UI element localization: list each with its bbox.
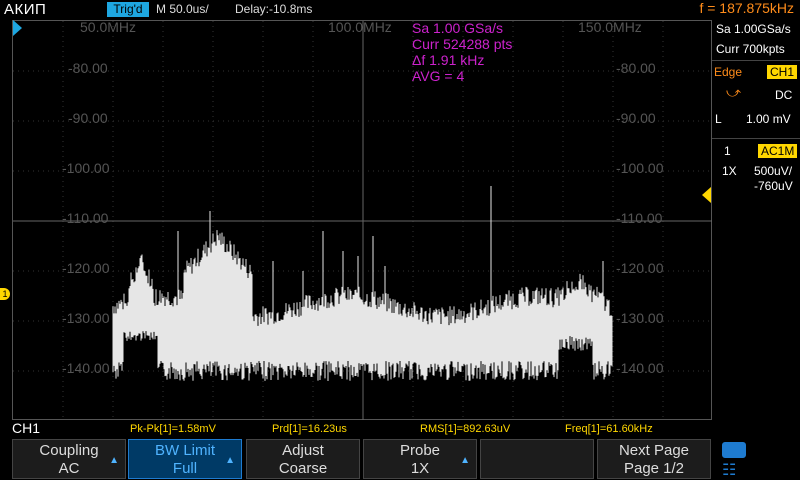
arrow-up-icon: ▲ <box>109 455 119 466</box>
channel-coupling-badge[interactable]: AC1M <box>758 144 798 158</box>
channel-label: CH1 <box>12 420 41 436</box>
y-label-left-120: -120.00 <box>62 260 110 276</box>
channel-offset[interactable]: -760uV <box>754 179 793 193</box>
y-label-right-80: -80.00 <box>616 60 656 76</box>
delay-readout[interactable]: Delay:-10.8ms <box>235 2 312 16</box>
softkey-adjust[interactable]: Adjust Coarse <box>246 439 360 479</box>
softkey-adjust-title: Adjust <box>282 442 324 459</box>
trigger-level-value[interactable]: 1.00 mV <box>746 112 791 126</box>
x-label-100mhz: 100.0MHz <box>328 19 392 35</box>
trigger-position-marker[interactable] <box>13 20 22 36</box>
fft-sample-rate: Sa 1.00 GSa/s <box>412 20 504 36</box>
timebase-readout[interactable]: M 50.0us/ <box>156 2 209 16</box>
waveform-display[interactable] <box>12 20 713 421</box>
softkey-empty[interactable] <box>480 439 594 479</box>
grid-svg <box>13 21 713 421</box>
x-label-50mhz: 50.0MHz <box>80 19 137 35</box>
rp-sample-rate: Sa 1.00GSa/s <box>716 22 791 36</box>
arrow-up-icon: ▲ <box>460 455 470 466</box>
y-label-right-140: -140.00 <box>616 360 664 376</box>
rising-edge-icon: ⤻ <box>726 84 741 100</box>
rp-curr-points: Curr 700kpts <box>716 42 785 56</box>
trigger-level-label: L <box>715 112 722 126</box>
probe-ratio: 1X <box>722 164 737 178</box>
x-label-150mhz: 150.0MHz <box>578 19 642 35</box>
y-label-right-100: -100.00 <box>616 160 664 176</box>
y-label-left-130: -130.00 <box>62 310 110 326</box>
y-label-right-120: -120.00 <box>616 260 664 276</box>
fft-avg: AVG = 4 <box>412 68 465 84</box>
softkey-adjust-value: Coarse <box>278 460 328 477</box>
softkey-next-value: Page 1/2 <box>623 460 685 477</box>
fft-delta-f: Δf 1.91 kHz <box>412 52 485 68</box>
measure-rms: RMS[1]=892.63uV <box>420 423 511 435</box>
softkey-next-title: Next Page <box>618 442 690 459</box>
brand-logo: АКИП <box>4 1 47 18</box>
y-label-left-90: -90.00 <box>68 110 108 126</box>
ch1-offset-marker[interactable]: 1 <box>0 288 10 300</box>
channel-number[interactable]: 1 <box>724 144 731 158</box>
fft-info-block: Sa 1.00 GSa/s Curr 524288 pts Δf 1.91 kH… <box>412 20 512 84</box>
volts-per-div[interactable]: 500uV/ <box>754 164 792 178</box>
softkey-probe[interactable]: Probe 1X ▲ <box>363 439 477 479</box>
y-label-right-90: -90.00 <box>616 110 656 126</box>
network-icon: ☷ <box>722 462 737 479</box>
arrow-up-icon: ▲ <box>225 455 235 466</box>
measure-period: Prd[1]=16.23us <box>272 423 347 435</box>
trigger-source-badge[interactable]: CH1 <box>767 65 798 79</box>
softkey-bw-limit[interactable]: BW Limit Full ▲ <box>128 439 242 479</box>
fft-curr-points: Curr 524288 pts <box>412 36 513 52</box>
rp-divider-2 <box>712 138 800 139</box>
softkey-next-page[interactable]: Next Page Page 1/2 <box>597 439 711 479</box>
measure-freq: Freq[1]=61.60kHz <box>565 423 653 435</box>
softkey-coupling[interactable]: Coupling AC ▲ <box>12 439 126 479</box>
y-label-left-80: -80.00 <box>68 60 108 76</box>
right-info-panel: Sa 1.00GSa/s Curr 700kpts Edge CH1 ⤻ DC … <box>712 20 800 440</box>
y-label-right-130: -130.00 <box>616 310 664 326</box>
y-label-left-140: -140.00 <box>62 360 110 376</box>
y-label-left-110: -110.00 <box>62 210 109 226</box>
frequency-counter: f = 187.875kHz <box>699 0 794 16</box>
trigger-level-marker[interactable] <box>702 187 711 203</box>
measure-pkpk: Pk-Pk[1]=1.58mV <box>130 423 216 435</box>
y-label-right-110: -110.00 <box>616 210 663 226</box>
usb-storage-icon <box>722 442 746 458</box>
y-label-left-100: -100.00 <box>62 160 110 176</box>
trigger-type[interactable]: Edge <box>714 65 742 79</box>
trigger-status-badge: Trig'd <box>107 2 149 17</box>
trigger-coupling[interactable]: DC <box>775 88 792 102</box>
rp-divider <box>712 60 800 61</box>
